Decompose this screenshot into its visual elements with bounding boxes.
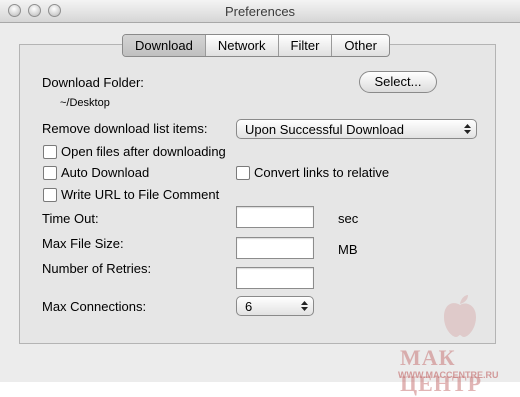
tab-network[interactable]: Network bbox=[206, 35, 279, 56]
write-url-checkbox[interactable] bbox=[43, 188, 57, 202]
retries-label: Number of Retries: bbox=[42, 261, 152, 276]
write-url-label: Write URL to File Comment bbox=[61, 187, 220, 202]
download-folder-label: Download Folder: bbox=[42, 75, 144, 90]
tab-bar: Download Network Filter Other bbox=[122, 34, 390, 57]
remove-items-label: Remove download list items: bbox=[42, 121, 208, 136]
max-connections-popup[interactable]: 6 bbox=[236, 296, 314, 316]
max-connections-value: 6 bbox=[245, 299, 253, 314]
convert-links-label: Convert links to relative bbox=[254, 165, 390, 180]
tab-download[interactable]: Download bbox=[123, 35, 206, 56]
apple-logo-watermark-icon bbox=[444, 295, 476, 337]
popup-arrows-icon bbox=[301, 301, 308, 311]
tab-other[interactable]: Other bbox=[332, 35, 389, 56]
preferences-window: Preferences Download Network Filter Othe… bbox=[0, 0, 520, 396]
tab-filter[interactable]: Filter bbox=[279, 35, 333, 56]
remove-items-popup[interactable]: Upon Successful Download bbox=[236, 119, 477, 139]
retries-field[interactable] bbox=[236, 267, 314, 289]
watermark-url: WWW.MACCENTRE.RU bbox=[398, 370, 499, 380]
download-folder-path: ~/Desktop bbox=[60, 97, 110, 109]
auto-download-checkbox[interactable] bbox=[43, 166, 57, 180]
popup-arrows-icon bbox=[464, 124, 471, 134]
auto-download-label: Auto Download bbox=[61, 165, 150, 180]
timeout-label: Time Out: bbox=[42, 211, 99, 226]
max-file-size-unit: MB bbox=[338, 242, 358, 257]
open-files-checkbox[interactable] bbox=[43, 145, 57, 159]
remove-items-value: Upon Successful Download bbox=[245, 122, 404, 137]
max-connections-label: Max Connections: bbox=[42, 299, 147, 314]
max-file-size-label: Max File Size: bbox=[42, 236, 124, 251]
title-bar[interactable]: Preferences bbox=[0, 0, 520, 23]
select-folder-button[interactable]: Select... bbox=[359, 71, 437, 93]
timeout-unit: sec bbox=[338, 211, 359, 226]
max-file-size-field[interactable] bbox=[236, 237, 314, 259]
timeout-field[interactable] bbox=[236, 206, 314, 228]
open-files-label: Open files after downloading bbox=[61, 144, 226, 159]
window-title: Preferences bbox=[224, 4, 296, 19]
convert-links-checkbox[interactable] bbox=[236, 166, 250, 180]
